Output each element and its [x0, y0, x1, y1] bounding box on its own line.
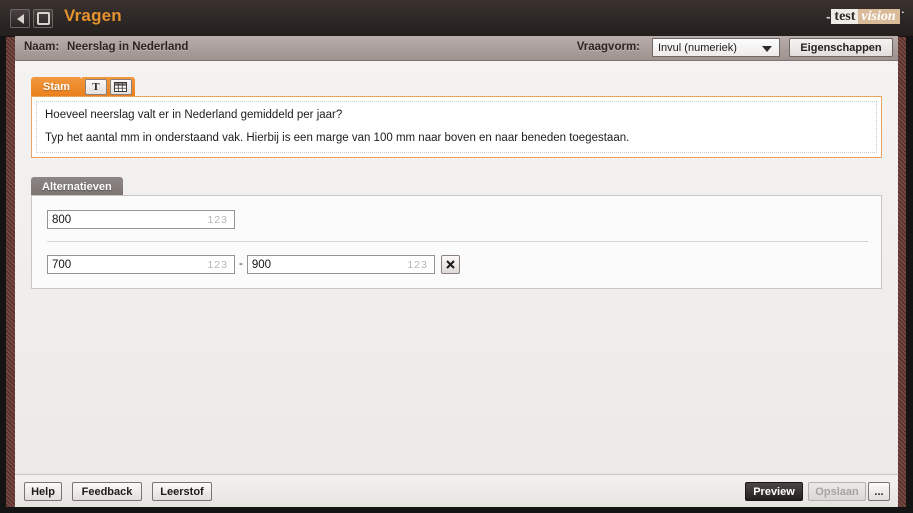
tab-alternatieven[interactable]: Alternatieven — [31, 177, 123, 196]
feedback-button[interactable]: Feedback — [72, 482, 142, 501]
alternative-row-single: 800 123 — [47, 209, 235, 229]
delete-alternative-button[interactable] — [440, 254, 460, 274]
stam-panel: Hoeveel neerslag valt er in Nederland ge… — [31, 96, 882, 158]
numeric-hint-label: 123 — [207, 213, 228, 226]
logo-lead-dash: - — [826, 9, 831, 24]
more-options-button[interactable]: ... — [868, 482, 890, 501]
name-toolbar: Naam: Neerslag in Nederland Vraagvorm: I… — [15, 36, 898, 61]
window-frame-right-edge — [906, 0, 913, 513]
numeric-hint-label: 123 — [407, 258, 428, 271]
close-icon — [446, 259, 455, 269]
alternatieven-panel: 800 123 700 123 - 900 123 — [31, 195, 882, 289]
numeric-hint-label: 123 — [207, 258, 228, 271]
stam-editor[interactable]: Hoeveel neerslag valt er in Nederland ge… — [36, 101, 877, 153]
logo-trail-dot: ˙ — [900, 9, 905, 24]
window-frame-bottom-edge — [0, 507, 913, 513]
name-label: Naam: — [24, 41, 60, 53]
range-separator: - — [239, 258, 243, 270]
chevron-down-icon — [762, 46, 772, 52]
leerstof-button[interactable]: Leerstof — [152, 482, 212, 501]
bottom-toolbar: Help Feedback Leerstof Preview Opslaan .… — [15, 474, 898, 507]
question-name-value: Neerslag in Nederland — [67, 41, 189, 53]
application-window: Vragen - test vision ˙ Naam: Neerslag in… — [0, 0, 913, 513]
range-from-text: 700 — [52, 258, 72, 271]
stam-tool-strip: T — [81, 77, 135, 97]
alternatieven-tabbar: Alternatieven — [31, 177, 123, 196]
table-icon — [114, 82, 128, 92]
page-title: Vragen — [64, 6, 122, 25]
triangle-left-icon — [16, 13, 24, 24]
logo-word-vision: vision — [858, 9, 900, 24]
answer-value-input[interactable]: 800 123 — [47, 209, 235, 229]
back-button[interactable] — [10, 9, 30, 28]
range-from-input[interactable]: 700 123 — [47, 254, 235, 274]
main-content: Stam T Hoeveel neerslag valt er in Neder… — [15, 61, 898, 474]
square-stop-icon — [36, 12, 50, 25]
tab-stam[interactable]: Stam — [31, 77, 82, 97]
table-tool-button[interactable] — [109, 79, 132, 95]
logo-word-test: test — [831, 9, 859, 24]
question-type-select[interactable]: Invul (numeriek) — [652, 38, 780, 57]
text-t-icon: T — [92, 80, 100, 93]
alternatieven-divider — [47, 241, 868, 242]
preview-button[interactable]: Preview — [745, 482, 803, 501]
alternative-row-range: 700 123 - 900 123 — [47, 254, 460, 274]
stam-question-text: Hoeveel neerslag valt er in Nederland ge… — [45, 109, 343, 121]
window-frame-left-hatch — [6, 0, 15, 507]
text-tool-button[interactable]: T — [84, 79, 107, 95]
range-to-text: 900 — [251, 258, 272, 271]
range-to-input[interactable]: 900 123 — [246, 254, 435, 274]
stam-tabbar: Stam T — [31, 77, 135, 97]
testvision-logo: - test vision ˙ — [826, 7, 905, 26]
save-button: Opslaan — [808, 482, 866, 501]
stam-instruction-text: Typ het aantal mm in onderstaand vak. Hi… — [45, 132, 630, 144]
answer-value-text: 800 — [52, 213, 72, 226]
question-type-value: Invul (numeriek) — [658, 42, 737, 54]
properties-button[interactable]: Eigenschappen — [789, 38, 893, 57]
window-frame-right-hatch — [897, 0, 906, 507]
help-button[interactable]: Help — [24, 482, 62, 501]
titlebar: Vragen - test vision ˙ — [0, 0, 913, 37]
stop-button[interactable] — [33, 9, 53, 28]
question-type-label: Vraagvorm: — [576, 41, 640, 53]
